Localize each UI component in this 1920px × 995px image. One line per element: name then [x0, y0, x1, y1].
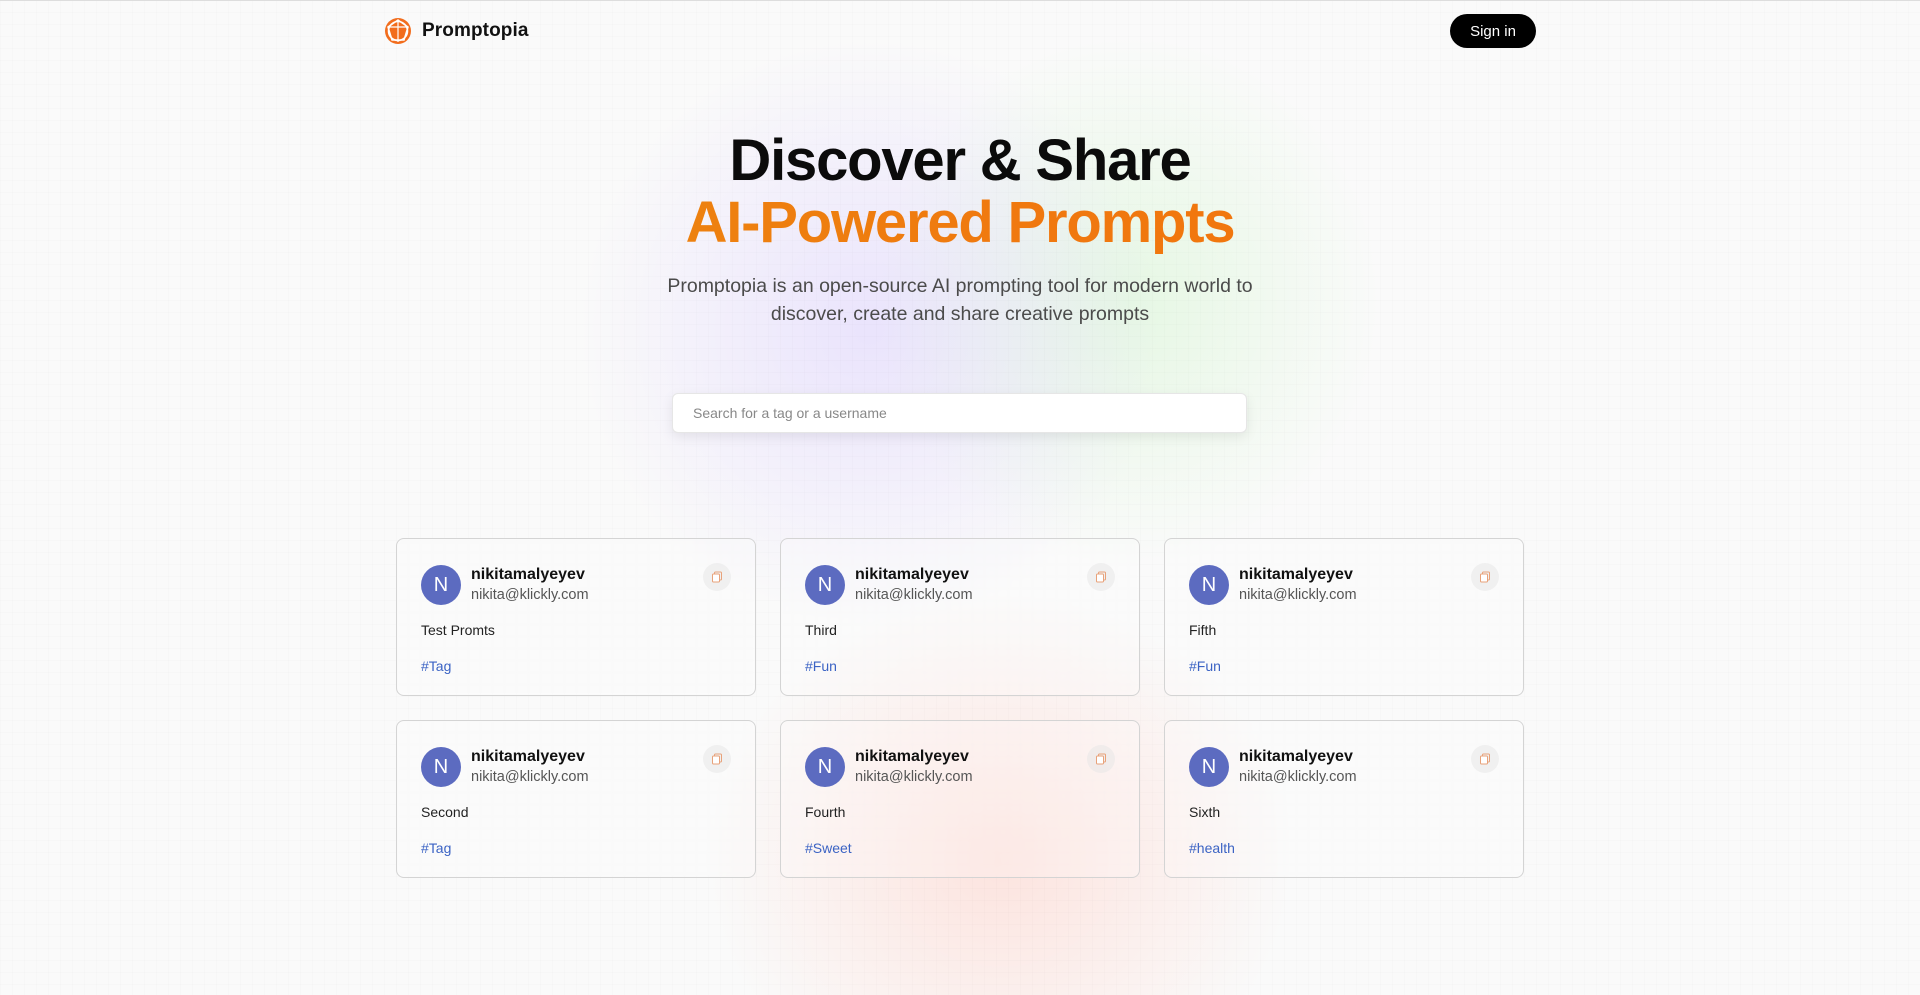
copy-button[interactable] — [703, 563, 731, 591]
avatar[interactable]: N — [805, 747, 845, 787]
prompt-tag[interactable]: #Sweet — [805, 839, 1115, 857]
avatar[interactable]: N — [1189, 565, 1229, 605]
avatar[interactable]: N — [805, 565, 845, 605]
prompt-card: N nikitamalyeyev nikita@klickly.com Seco… — [396, 720, 756, 878]
copy-icon — [712, 571, 722, 583]
avatar[interactable]: N — [1189, 747, 1229, 787]
prompt-card: N nikitamalyeyev nikita@klickly.com Fift… — [1164, 538, 1524, 696]
author-email: nikita@klickly.com — [855, 769, 973, 785]
copy-button[interactable] — [1087, 745, 1115, 773]
avatar[interactable]: N — [421, 565, 461, 605]
author-info: nikitamalyeyev nikita@klickly.com — [471, 747, 589, 787]
hero-section: Discover & Share AI-Powered Prompts Prom… — [0, 130, 1920, 328]
author-info: nikitamalyeyev nikita@klickly.com — [1239, 565, 1357, 605]
author-email: nikita@klickly.com — [855, 587, 973, 603]
copy-icon — [1480, 571, 1490, 583]
prompt-tag[interactable]: #health — [1189, 839, 1499, 857]
copy-icon — [1096, 753, 1106, 765]
prompt-text: Fourth — [805, 804, 846, 820]
copy-button[interactable] — [1471, 745, 1499, 773]
author-username[interactable]: nikitamalyeyev — [471, 747, 589, 767]
top-border — [0, 0, 1920, 1]
author-info: nikitamalyeyev nikita@klickly.com — [855, 565, 973, 605]
hero-description: Promptopia is an open-source AI promptin… — [667, 275, 1253, 325]
prompt-tag[interactable]: #Tag — [421, 657, 731, 675]
card-author: N nikitamalyeyev nikita@klickly.com — [421, 565, 731, 605]
globe-logo-icon — [383, 16, 413, 46]
copy-button[interactable] — [1471, 563, 1499, 591]
hero-title-line1: Discover & Share — [729, 128, 1191, 193]
copy-button[interactable] — [1087, 563, 1115, 591]
author-info: nikitamalyeyev nikita@klickly.com — [471, 565, 589, 605]
prompt-tag[interactable]: #Fun — [1189, 657, 1499, 675]
author-username[interactable]: nikitamalyeyev — [855, 747, 973, 767]
author-username[interactable]: nikitamalyeyev — [1239, 565, 1357, 585]
prompt-card: N nikitamalyeyev nikita@klickly.com Four… — [780, 720, 1140, 878]
copy-icon — [1480, 753, 1490, 765]
author-username[interactable]: nikitamalyeyev — [1239, 747, 1357, 767]
author-info: nikitamalyeyev nikita@klickly.com — [1239, 747, 1357, 787]
prompt-text: Second — [421, 804, 469, 820]
prompt-card-grid: N nikitamalyeyev nikita@klickly.com Test… — [396, 538, 1524, 878]
prompt-text: Test Promts — [421, 622, 495, 638]
card-author: N nikitamalyeyev nikita@klickly.com — [805, 565, 1115, 605]
copy-button[interactable] — [703, 745, 731, 773]
hero-title: Discover & Share AI-Powered Prompts — [0, 130, 1920, 254]
prompt-card: N nikitamalyeyev nikita@klickly.com Sixt… — [1164, 720, 1524, 878]
sign-in-button[interactable]: Sign in — [1450, 14, 1536, 48]
author-email: nikita@klickly.com — [471, 769, 589, 785]
author-email: nikita@klickly.com — [1239, 769, 1357, 785]
prompt-text: Fifth — [1189, 622, 1217, 638]
card-author: N nikitamalyeyev nikita@klickly.com — [1189, 565, 1499, 605]
card-author: N nikitamalyeyev nikita@klickly.com — [805, 747, 1115, 787]
prompt-tag[interactable]: #Fun — [805, 657, 1115, 675]
copy-icon — [712, 753, 722, 765]
brand-name: Promptopia — [422, 20, 529, 41]
brand-link[interactable]: Promptopia — [383, 16, 529, 46]
avatar[interactable]: N — [421, 747, 461, 787]
search-input[interactable] — [672, 393, 1247, 433]
hero-title-line2: AI-Powered Prompts — [0, 192, 1920, 254]
prompt-text: Sixth — [1189, 804, 1221, 820]
author-email: nikita@klickly.com — [1239, 587, 1357, 603]
prompt-text: Third — [805, 622, 837, 638]
prompt-card: N nikitamalyeyev nikita@klickly.com Thir… — [780, 538, 1140, 696]
prompt-tag[interactable]: #Tag — [421, 839, 731, 857]
author-username[interactable]: nikitamalyeyev — [855, 565, 973, 585]
prompt-card: N nikitamalyeyev nikita@klickly.com Test… — [396, 538, 756, 696]
card-author: N nikitamalyeyev nikita@klickly.com — [1189, 747, 1499, 787]
author-email: nikita@klickly.com — [471, 587, 589, 603]
author-username[interactable]: nikitamalyeyev — [471, 565, 589, 585]
card-author: N nikitamalyeyev nikita@klickly.com — [421, 747, 731, 787]
author-info: nikitamalyeyev nikita@klickly.com — [855, 747, 973, 787]
navbar: Promptopia Sign in — [383, 12, 1536, 50]
copy-icon — [1096, 571, 1106, 583]
